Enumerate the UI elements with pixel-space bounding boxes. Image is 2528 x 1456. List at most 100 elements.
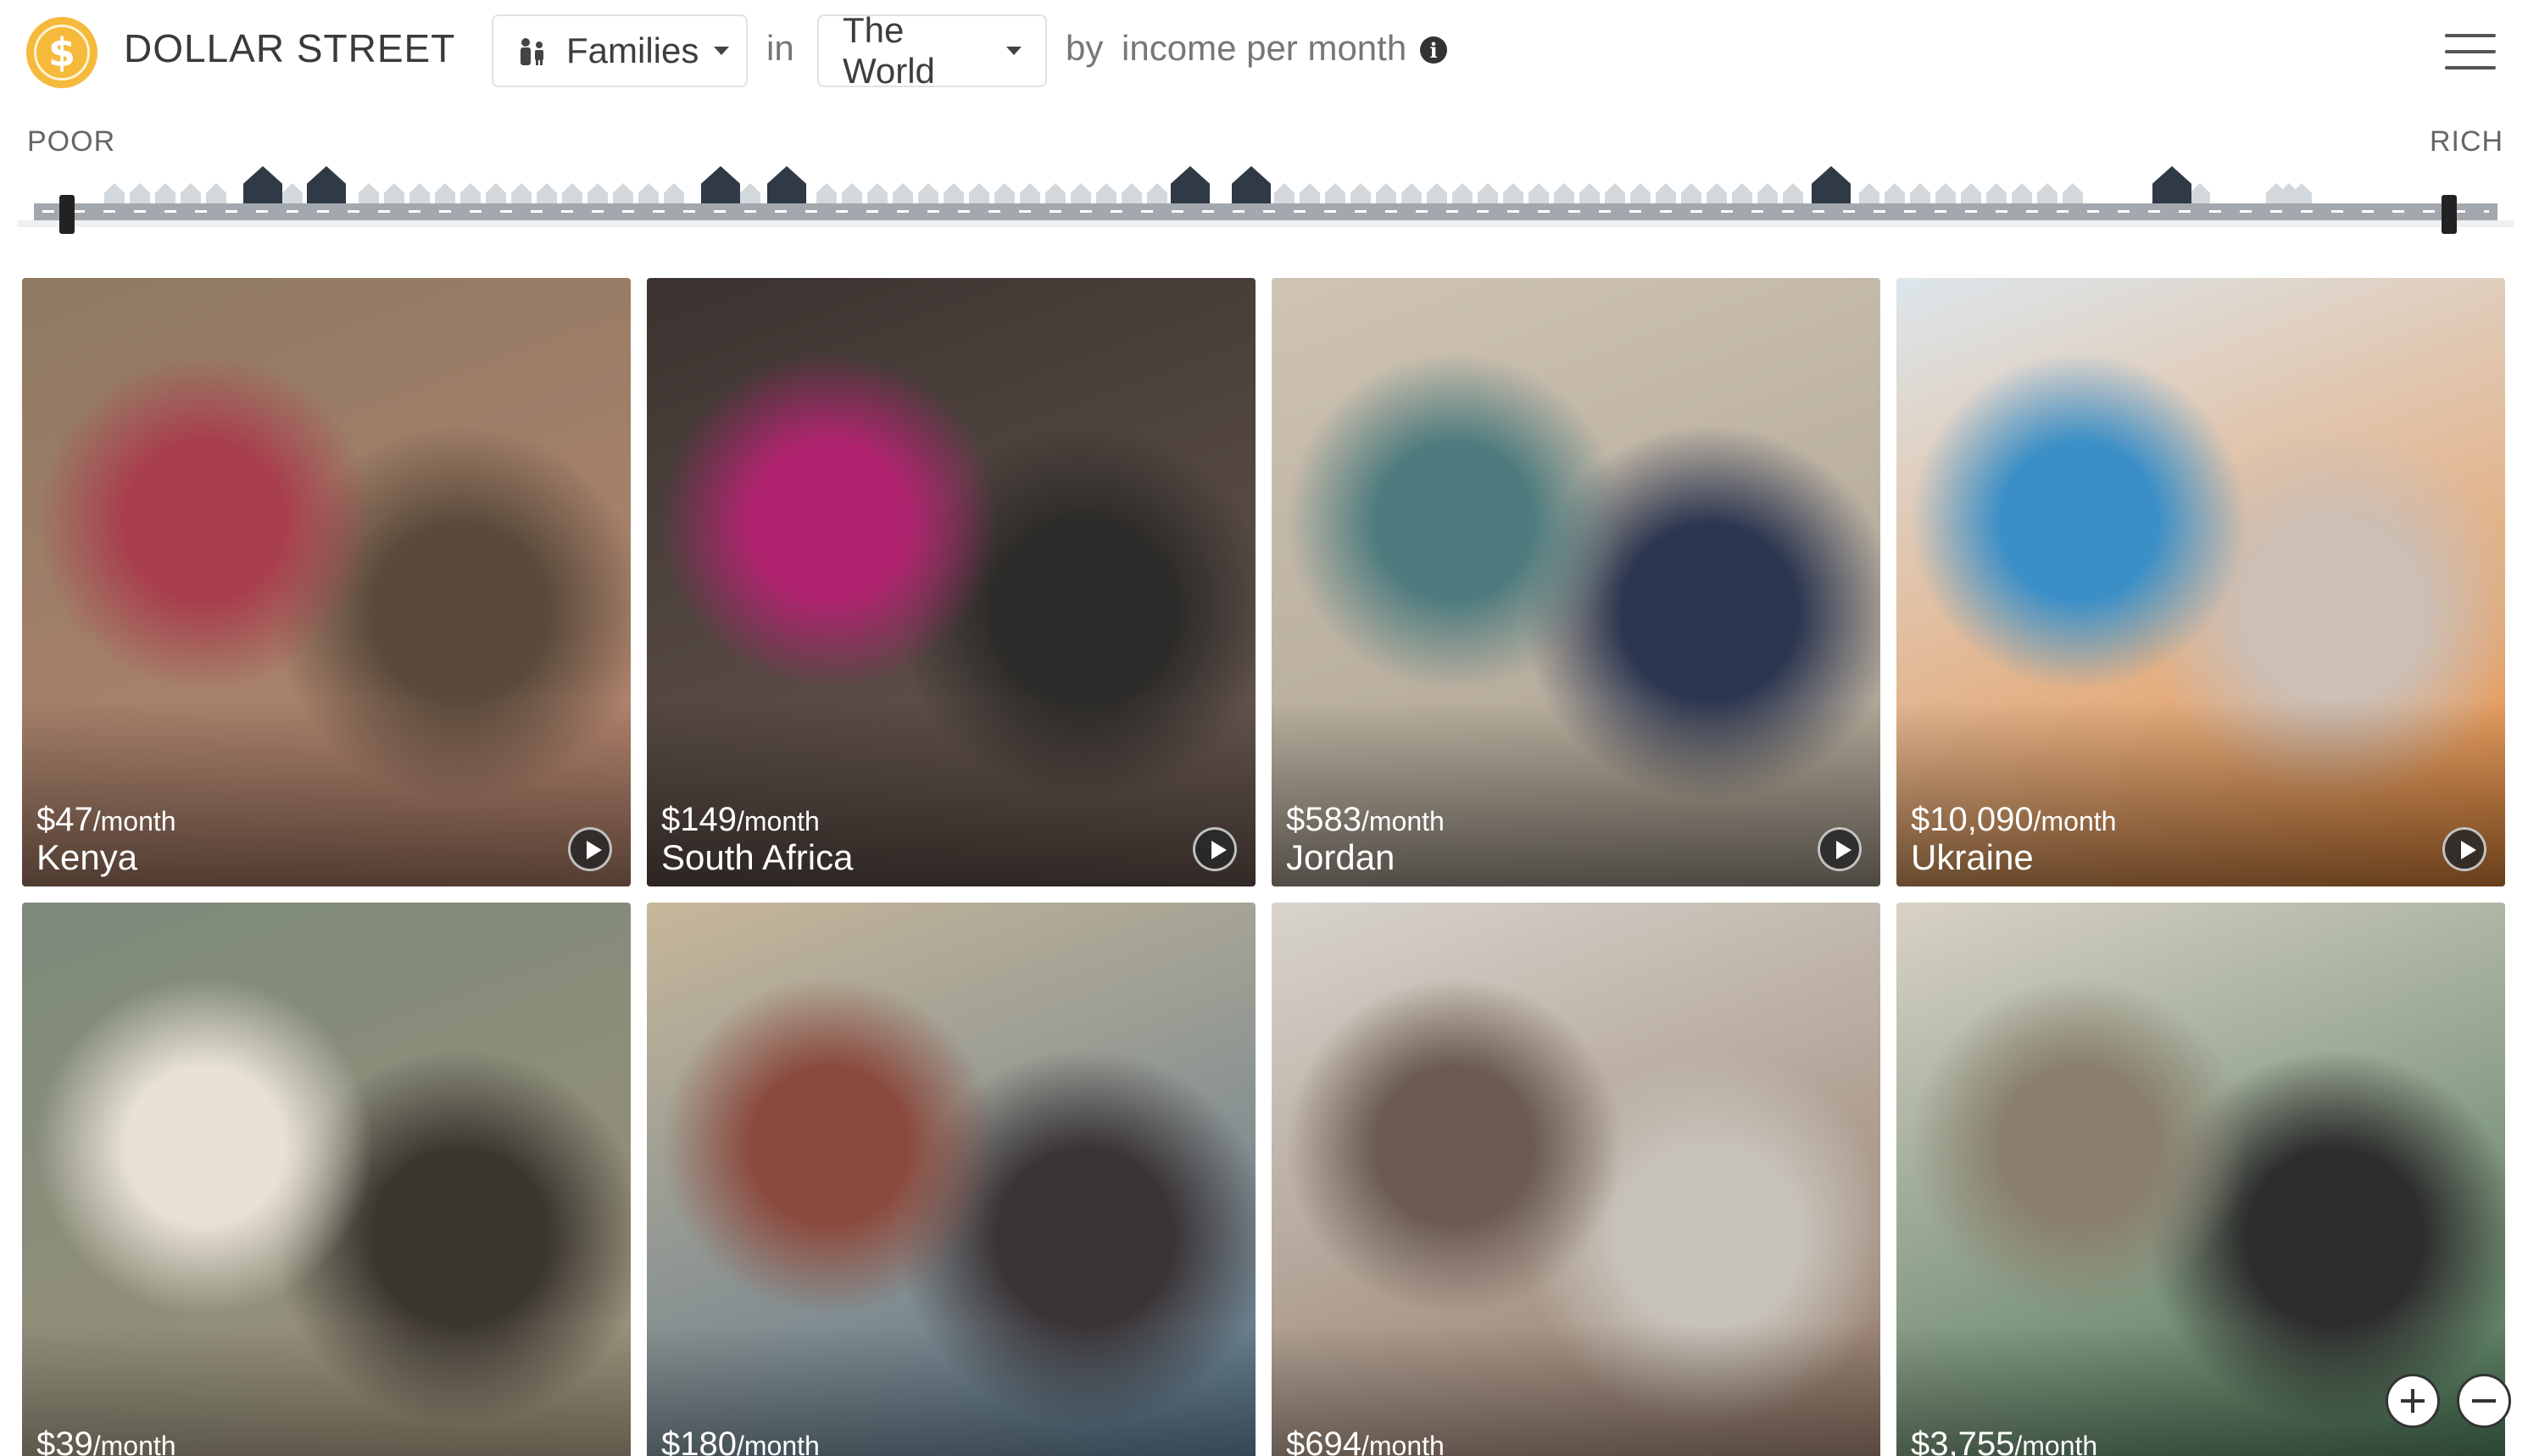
play-icon[interactable]	[568, 827, 612, 871]
house-icon[interactable]	[1757, 183, 1778, 205]
house-icon[interactable]	[511, 183, 532, 205]
place-dropdown[interactable]: The World	[817, 10, 1047, 91]
house-icon[interactable]	[664, 183, 684, 205]
house-icon[interactable]	[1122, 183, 1142, 205]
income-range-right-handle[interactable]	[2442, 195, 2457, 234]
income-unit: /month	[2033, 806, 2117, 836]
house-icon[interactable]	[1503, 183, 1523, 205]
family-card[interactable]: $149/month South Africa	[647, 278, 1256, 886]
house-icon[interactable]	[1528, 183, 1549, 205]
house-icon[interactable]	[1232, 166, 1271, 205]
house-icon[interactable]	[104, 183, 125, 205]
house-icon[interactable]	[243, 166, 282, 205]
house-icon[interactable]	[701, 166, 740, 205]
house-icon[interactable]	[969, 183, 989, 205]
house-icon[interactable]	[944, 183, 964, 205]
house-icon[interactable]	[1910, 183, 1930, 205]
family-card[interactable]: $47/month Kenya	[22, 278, 631, 886]
play-icon[interactable]	[2442, 827, 2486, 871]
house-icon[interactable]	[562, 183, 582, 205]
house-icon[interactable]	[1427, 183, 1447, 205]
house-icon[interactable]	[994, 183, 1015, 205]
house-icon[interactable]	[384, 183, 404, 205]
house-icon[interactable]	[1732, 183, 1752, 205]
house-icon[interactable]	[2190, 183, 2210, 205]
family-card[interactable]: $39/month	[22, 903, 631, 1456]
house-icon[interactable]	[638, 183, 659, 205]
zoom-in-button[interactable]	[2386, 1374, 2440, 1428]
info-icon[interactable]: i	[1420, 36, 1447, 64]
house-icon[interactable]	[486, 183, 506, 205]
house-icon[interactable]	[1783, 183, 1803, 205]
house-icon[interactable]	[1707, 183, 1727, 205]
house-icon[interactable]	[1071, 183, 1091, 205]
house-icon[interactable]	[1452, 183, 1473, 205]
house-icon[interactable]	[1859, 183, 1879, 205]
family-card[interactable]: $10,090/month Ukraine	[1896, 278, 2505, 886]
house-icon[interactable]	[816, 183, 837, 205]
house-icon[interactable]	[2279, 183, 2299, 205]
house-icon[interactable]	[359, 183, 379, 205]
house-icon[interactable]	[1579, 183, 1600, 205]
house-icon[interactable]	[1274, 183, 1295, 205]
house-icon[interactable]	[893, 183, 913, 205]
house-icon[interactable]	[435, 183, 455, 205]
house-icon[interactable]	[1605, 183, 1625, 205]
family-card[interactable]: $180/month	[647, 903, 1256, 1456]
house-icon[interactable]	[1935, 183, 1956, 205]
income-label: $180/month	[661, 1425, 820, 1456]
house-icon[interactable]	[918, 183, 938, 205]
house-icon[interactable]	[1325, 183, 1345, 205]
income-range-left-handle[interactable]	[59, 195, 75, 234]
thing-dropdown[interactable]: Families	[492, 14, 748, 87]
income-houses[interactable]	[0, 161, 2528, 205]
house-icon[interactable]	[1478, 183, 1498, 205]
house-icon[interactable]	[537, 183, 557, 205]
house-icon[interactable]	[2063, 183, 2083, 205]
house-icon[interactable]	[1986, 183, 2007, 205]
family-card[interactable]: $694/month	[1272, 903, 1880, 1456]
house-icon[interactable]	[1401, 183, 1422, 205]
house-icon[interactable]	[1096, 183, 1116, 205]
dollar-street-logo-icon[interactable]: $	[26, 17, 97, 88]
house-icon[interactable]	[181, 183, 201, 205]
play-icon[interactable]	[1193, 827, 1237, 871]
zoom-out-button[interactable]	[2457, 1374, 2511, 1428]
house-icon[interactable]	[1812, 166, 1851, 205]
house-icon[interactable]	[842, 183, 862, 205]
house-icon[interactable]	[2012, 183, 2032, 205]
family-card[interactable]: $583/month Jordan	[1272, 278, 1880, 886]
hamburger-menu-icon[interactable]	[2445, 32, 2496, 71]
house-icon[interactable]	[767, 166, 806, 205]
house-icon[interactable]	[409, 183, 430, 205]
house-icon[interactable]	[587, 183, 608, 205]
income-street[interactable]: POOR RICH	[0, 110, 2528, 246]
house-icon[interactable]	[2037, 183, 2057, 205]
house-icon[interactable]	[1630, 183, 1651, 205]
house-icon[interactable]	[460, 183, 481, 205]
house-icon[interactable]	[1961, 183, 1981, 205]
house-icon[interactable]	[1171, 166, 1210, 205]
house-icon[interactable]	[1681, 183, 1701, 205]
house-icon[interactable]	[155, 183, 175, 205]
house-icon[interactable]	[2152, 166, 2191, 205]
house-icon[interactable]	[1147, 183, 1167, 205]
house-icon[interactable]	[130, 183, 150, 205]
house-icon[interactable]	[1554, 183, 1574, 205]
house-icon[interactable]	[1045, 183, 1066, 205]
house-icon[interactable]	[740, 183, 760, 205]
house-icon[interactable]	[867, 183, 888, 205]
house-icon[interactable]	[1350, 183, 1371, 205]
brand-title[interactable]: DOLLAR STREET	[124, 25, 455, 71]
income-unit: /month	[1361, 1431, 1445, 1456]
house-icon[interactable]	[307, 166, 346, 205]
house-icon[interactable]	[1020, 183, 1040, 205]
house-icon[interactable]	[613, 183, 633, 205]
house-icon[interactable]	[282, 183, 303, 205]
house-icon[interactable]	[1300, 183, 1320, 205]
house-icon[interactable]	[1885, 183, 1905, 205]
house-icon[interactable]	[206, 183, 226, 205]
play-icon[interactable]	[1818, 827, 1862, 871]
house-icon[interactable]	[1656, 183, 1676, 205]
house-icon[interactable]	[1376, 183, 1396, 205]
